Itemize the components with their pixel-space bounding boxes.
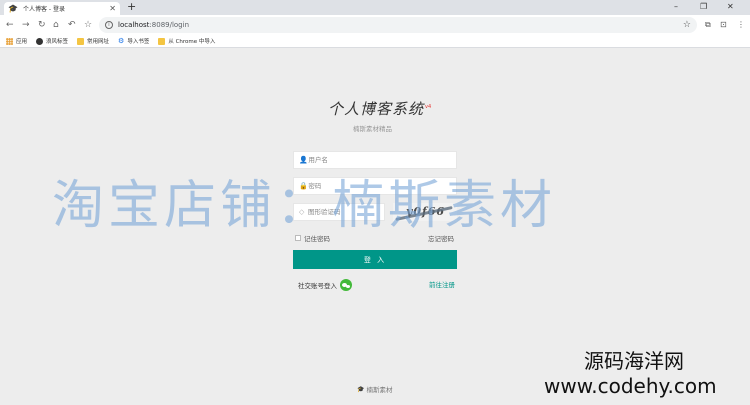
bookmark-label: 浪风标签	[46, 39, 69, 45]
bookmark-item[interactable]: 从 Chrome 中导入	[158, 37, 215, 45]
apps-icon	[6, 37, 13, 45]
minimize-button[interactable]: –	[674, 1, 678, 13]
social-login-label: 社交账号登入	[298, 282, 337, 290]
folder-icon	[158, 37, 166, 45]
bookmark-item[interactable]: 浪风标签	[36, 37, 68, 45]
bookmark-label: 常用网址	[87, 39, 110, 45]
tab-title: 个人博客 - 登录	[23, 6, 65, 13]
maximize-button[interactable]: ❐	[700, 1, 707, 13]
tab-close-icon[interactable]: ✕	[109, 4, 116, 14]
remember-password[interactable]: 记住密码	[295, 233, 330, 243]
graduation-cap-icon: 🎓	[8, 3, 18, 13]
close-window-button[interactable]: ✕	[727, 1, 734, 13]
extension-icon[interactable]: ⊡	[720, 19, 727, 31]
forgot-password-link[interactable]: 忘记密码	[428, 233, 454, 243]
bookmarks-bar: 应用 浪风标签 常用网址 ⚙ 导入书签 从 Chrome 中导入	[0, 35, 750, 48]
browser-tab-bar: 🎓 个人博客 - 登录 ✕ + – ❐ ✕	[0, 0, 750, 15]
password-field[interactable]: 🔒	[293, 177, 457, 195]
reload-icon[interactable]: ↻	[38, 19, 46, 31]
address-bar[interactable]: i localhost:8089/login ☆	[99, 17, 697, 33]
bookmark-item[interactable]: ⚙ 导入书签	[118, 37, 149, 45]
footer-label: 楠斯素材	[366, 386, 393, 394]
captcha-image[interactable]: y0f66	[393, 203, 457, 221]
address-path: :8089/login	[149, 21, 190, 29]
username-field[interactable]: 👤	[293, 151, 457, 169]
wechat-icon[interactable]	[340, 279, 352, 291]
login-page: 个人博客系统v4 楠斯素材精品 👤 🔒 ◇ y0f66 记住密码 忘记密码 登 …	[0, 49, 750, 405]
folder-icon	[77, 37, 85, 45]
captcha-field[interactable]: ◇	[293, 203, 385, 221]
star-icon[interactable]: ☆	[683, 19, 691, 31]
address-host: localhost	[118, 21, 150, 29]
globe-icon	[36, 37, 44, 45]
menu-icon[interactable]: ⋮	[737, 19, 745, 31]
home-icon[interactable]: ⌂	[53, 19, 59, 31]
remember-checkbox[interactable]	[295, 235, 301, 241]
password-input[interactable]	[308, 182, 456, 190]
browser-tab[interactable]: 🎓 个人博客 - 登录 ✕	[4, 2, 120, 15]
page-title-text: 个人博客系统	[328, 100, 425, 118]
login-button[interactable]: 登 入	[293, 250, 457, 269]
footer: 🎓 楠斯素材	[357, 384, 393, 395]
page-title: 个人博客系统v4	[328, 98, 431, 119]
captcha-input[interactable]	[307, 208, 384, 216]
bookmark-star-icon[interactable]: ☆	[84, 19, 92, 31]
bookmark-label: 应用	[16, 39, 28, 45]
captcha-shield-icon: ◇	[299, 208, 305, 216]
forward-arrow-icon[interactable]: →	[22, 19, 30, 31]
lock-icon: 🔒	[299, 182, 308, 190]
graduation-cap-icon: 🎓	[357, 385, 365, 393]
page-subtitle: 楠斯素材精品	[353, 125, 392, 133]
user-icon: 👤	[299, 156, 308, 164]
remember-label: 记住密码	[304, 235, 330, 243]
browser-toolbar: ← → ↻ ⌂ ↶ ☆ i localhost:8089/login ☆ ⧉ ⊡…	[0, 15, 750, 35]
version-badge: v4	[425, 104, 432, 110]
undo-icon[interactable]: ↶	[68, 19, 76, 31]
screenshot-icon[interactable]: ⧉	[705, 19, 711, 31]
bookmark-item[interactable]: 常用网址	[77, 37, 109, 45]
bookmark-label: 导入书签	[127, 39, 150, 45]
bookmark-label: 从 Chrome 中导入	[168, 39, 216, 45]
gear-icon: ⚙	[118, 36, 125, 45]
social-login: 社交账号登入	[298, 279, 352, 291]
register-link[interactable]: 前往注册	[429, 279, 455, 289]
new-tab-button[interactable]: +	[127, 1, 136, 13]
info-icon[interactable]: i	[105, 21, 113, 29]
bookmark-apps[interactable]: 应用	[6, 37, 27, 45]
back-arrow-icon[interactable]: ←	[6, 19, 14, 31]
username-input[interactable]	[308, 156, 456, 164]
